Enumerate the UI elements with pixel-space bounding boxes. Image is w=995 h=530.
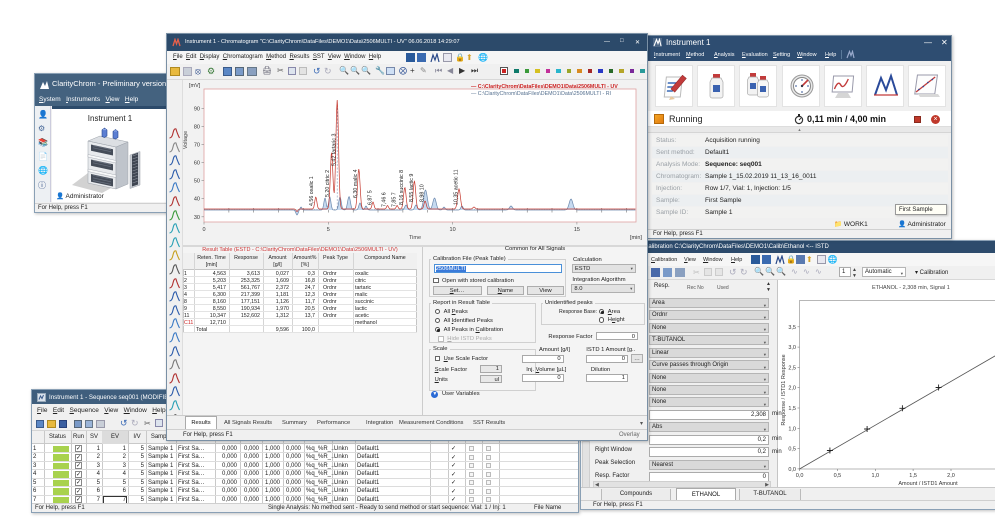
- svg-text:1,5: 1,5: [788, 406, 796, 412]
- svg-text:[min]: [min]: [630, 235, 642, 241]
- svg-text:3,5: 3,5: [788, 325, 796, 331]
- svg-text:— C:\ClarityChrom\DataFiles\DE: — C:\ClarityChrom\DataFiles\DEMO1\Data\2…: [471, 91, 611, 97]
- svg-text:1,0: 1,0: [788, 426, 796, 432]
- svg-text:ETHANOL - 2,308 min, Signal 1: ETHANOL - 2,308 min, Signal 1: [872, 285, 950, 291]
- svg-text:Time: Time: [409, 235, 421, 241]
- svg-text:5,42 tartaric 3: 5,42 tartaric 3: [332, 134, 338, 166]
- svg-text:0,5: 0,5: [788, 447, 796, 453]
- svg-text:0,0: 0,0: [796, 473, 804, 479]
- svg-text:— C:\ClarityChrom\DataFiles\DE: — C:\ClarityChrom\DataFiles\DEMO1\Data\2…: [471, 84, 618, 90]
- svg-text:15: 15: [574, 227, 580, 233]
- svg-text:70: 70: [194, 143, 200, 149]
- svg-text:Voltage: Voltage: [183, 131, 189, 149]
- svg-text:7,85 7: 7,85 7: [392, 192, 398, 207]
- svg-text:7,46 6: 7,46 6: [382, 192, 388, 207]
- svg-text:Response / ISTD1 Response: Response / ISTD1 Response: [781, 354, 787, 425]
- svg-text:0: 0: [202, 227, 205, 233]
- svg-text:0,5: 0,5: [834, 473, 842, 479]
- svg-text:60: 60: [194, 161, 200, 167]
- svg-text:10,35 acetic 11: 10,35 acetic 11: [454, 169, 460, 205]
- svg-text:2,0: 2,0: [947, 473, 955, 479]
- svg-text:8,16 succinic 8: 8,16 succinic 8: [399, 170, 405, 205]
- svg-text:2,0: 2,0: [788, 386, 796, 392]
- svg-text:10: 10: [450, 227, 456, 233]
- svg-text:4,56 oxalic 1: 4,56 oxalic 1: [309, 176, 315, 206]
- svg-text:0,0: 0,0: [788, 467, 796, 473]
- svg-text:6,87 5: 6,87 5: [368, 190, 374, 205]
- svg-text:50: 50: [194, 179, 200, 185]
- svg-text:8,55 lactic 9: 8,55 lactic 9: [409, 174, 415, 202]
- svg-text:1,0: 1,0: [871, 473, 879, 479]
- svg-text:5,20 citric 2: 5,20 citric 2: [325, 170, 331, 197]
- svg-text:90: 90: [194, 106, 200, 112]
- svg-text:80: 80: [194, 125, 200, 131]
- svg-text:5: 5: [327, 227, 330, 233]
- svg-text:8,98 10: 8,98 10: [420, 184, 426, 202]
- svg-text:[mV]: [mV]: [189, 83, 201, 89]
- svg-text:6,30 malic 4: 6,30 malic 4: [353, 169, 359, 198]
- svg-text:40: 40: [194, 197, 200, 203]
- svg-text:2,5: 2,5: [788, 365, 796, 371]
- svg-text:30: 30: [194, 215, 200, 221]
- svg-text:1,5: 1,5: [909, 473, 917, 479]
- svg-text:3,0: 3,0: [788, 345, 796, 351]
